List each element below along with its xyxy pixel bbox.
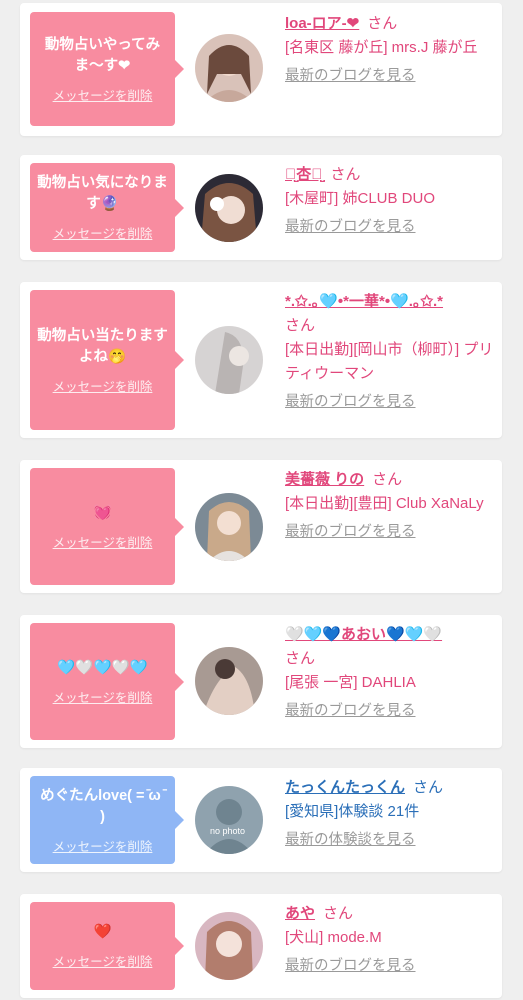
message-card: 💓 メッセージを削除 美薔薇 りの さん [本日出勤][豊田] Club XaNa… (20, 460, 502, 593)
delete-message-link[interactable]: メッセージを削除 (53, 836, 153, 855)
avatar[interactable] (195, 912, 263, 980)
delete-message-link[interactable]: メッセージを削除 (53, 532, 153, 551)
message-bubble: 動物占いやってみま〜す❤ メッセージを削除 (30, 12, 184, 126)
honorific: さん (367, 15, 398, 32)
message-text: 動物占い当たりますよね🤭 (37, 327, 168, 365)
review-detail: [愛知県]体験談 21件 (285, 803, 420, 820)
delete-message-link[interactable]: メッセージを削除 (53, 951, 153, 970)
delete-message-link[interactable]: メッセージを削除 (53, 223, 153, 242)
honorific: さん (285, 317, 316, 334)
honorific: さん (323, 905, 354, 922)
user-name-link[interactable]: ꪔ̤̮杏ꪔ̤̮ (285, 166, 323, 183)
message-bubble: めぐたんlove( = ̄ω ̄ ) メッセージを削除 (30, 776, 184, 864)
avatar[interactable] (195, 493, 263, 561)
message-bubble: 動物占い気になります🔮 メッセージを削除 (30, 163, 184, 252)
message-text: ❤️ (93, 924, 112, 940)
user-info: 🤍🩵💙あおい💙🩵🤍 さん [尾張 一宮] DAHLIA 最新のブログを見る (285, 623, 495, 723)
delete-message-link[interactable]: メッセージを削除 (53, 376, 153, 395)
user-name-link[interactable]: あや (285, 905, 315, 922)
avatar[interactable] (195, 647, 263, 715)
message-bubble: 動物占い当たりますよね🤭 メッセージを削除 (30, 290, 184, 430)
user-info: たっくんたっくん さん [愛知県]体験談 21件 最新の体験談を見る (285, 776, 495, 852)
message-text: 動物占いやってみま〜す❤ (44, 36, 161, 74)
message-bubble: 🩵🤍🩵🤍🩵 メッセージを削除 (30, 623, 184, 740)
message-list: 動物占いやってみま〜す❤ メッセージを削除 loa-ロア-❤ さん [名東区 藤が… (0, 0, 523, 1000)
message-card: 動物占いやってみま〜す❤ メッセージを削除 loa-ロア-❤ さん [名東区 藤が… (20, 3, 502, 136)
message-card: ❤️ メッセージを削除 あや さん [犬山] mode.M 最新のブログを見る (20, 894, 502, 998)
user-name-link[interactable]: たっくんたっくん (285, 779, 405, 796)
latest-blog-link[interactable]: 最新のブログを見る (285, 520, 416, 544)
user-name-link[interactable]: loa-ロア-❤ (285, 15, 359, 32)
honorific: さん (330, 166, 361, 183)
shop-detail: [木屋町] 姉CLUB DUO (285, 190, 436, 207)
avatar[interactable] (195, 174, 263, 242)
shop-detail: [名東区 藤が丘] mrs.J 藤が丘 (285, 39, 478, 56)
user-info: loa-ロア-❤ さん [名東区 藤が丘] mrs.J 藤が丘 最新のブログを見る (285, 12, 495, 88)
shop-detail: [本日出勤][岡山市（柳町）] プリティウーマン (285, 341, 494, 382)
message-text: 動物占い気になります🔮 (37, 175, 168, 212)
latest-blog-link[interactable]: 最新のブログを見る (285, 390, 416, 414)
honorific: さん (285, 650, 316, 667)
message-text: 💓 (93, 504, 112, 521)
delete-message-link[interactable]: メッセージを削除 (53, 85, 153, 104)
avatar[interactable]: no photo (195, 786, 263, 854)
delete-message-link[interactable]: メッセージを削除 (53, 687, 153, 706)
shop-detail: [尾張 一宮] DAHLIA (285, 674, 416, 691)
latest-blog-link[interactable]: 最新のブログを見る (285, 64, 416, 88)
latest-blog-link[interactable]: 最新のブログを見る (285, 215, 416, 239)
honorific: さん (372, 471, 403, 488)
user-name-link[interactable]: 美薔薇 りの (285, 471, 364, 488)
message-text: 🩵🤍🩵🤍🩵 (57, 659, 148, 676)
user-name-link[interactable]: *.✩.｡🩵•*一華*•🩵.｡✩.* (285, 293, 443, 310)
user-info: *.✩.｡🩵•*一華*•🩵.｡✩.* さん [本日出勤][岡山市（柳町）] プリテ… (285, 290, 495, 414)
shop-detail: [本日出勤][豊田] Club XaNaLy (285, 495, 484, 512)
latest-blog-link[interactable]: 最新のブログを見る (285, 954, 416, 978)
honorific: さん (413, 779, 444, 796)
message-card: めぐたんlove( = ̄ω ̄ ) メッセージを削除 no photo たっく… (20, 768, 502, 872)
message-text: めぐたんlove( = ̄ω ̄ ) (40, 787, 165, 825)
user-name-link[interactable]: 🤍🩵💙あおい💙🩵🤍 (285, 626, 442, 643)
avatar[interactable] (195, 326, 263, 394)
shop-detail: [犬山] mode.M (285, 929, 382, 946)
message-card: 動物占い当たりますよね🤭 メッセージを削除 *.✩.｡🩵•*一華*•🩵.｡✩.*… (20, 282, 502, 438)
user-info: ꪔ̤̮杏ꪔ̤̮ さん [木屋町] 姉CLUB DUO 最新のブログを見る (285, 163, 495, 239)
avatar[interactable] (195, 34, 263, 102)
user-info: 美薔薇 りの さん [本日出勤][豊田] Club XaNaLy 最新のブログを見… (285, 468, 495, 544)
no-photo-label: no photo (210, 826, 245, 836)
latest-blog-link[interactable]: 最新のブログを見る (285, 699, 416, 723)
latest-review-link[interactable]: 最新の体験談を見る (285, 828, 416, 852)
message-card: 🩵🤍🩵🤍🩵 メッセージを削除 🤍🩵💙あおい💙🩵🤍 さん [尾張 一宮] DAHLI… (20, 615, 502, 748)
user-info: あや さん [犬山] mode.M 最新のブログを見る (285, 902, 495, 978)
message-bubble: ❤️ メッセージを削除 (30, 902, 184, 990)
message-card: 動物占い気になります🔮 メッセージを削除 ꪔ̤̮杏ꪔ̤̮ さん [木屋町] 姉CL… (20, 155, 502, 260)
message-bubble: 💓 メッセージを削除 (30, 468, 184, 585)
